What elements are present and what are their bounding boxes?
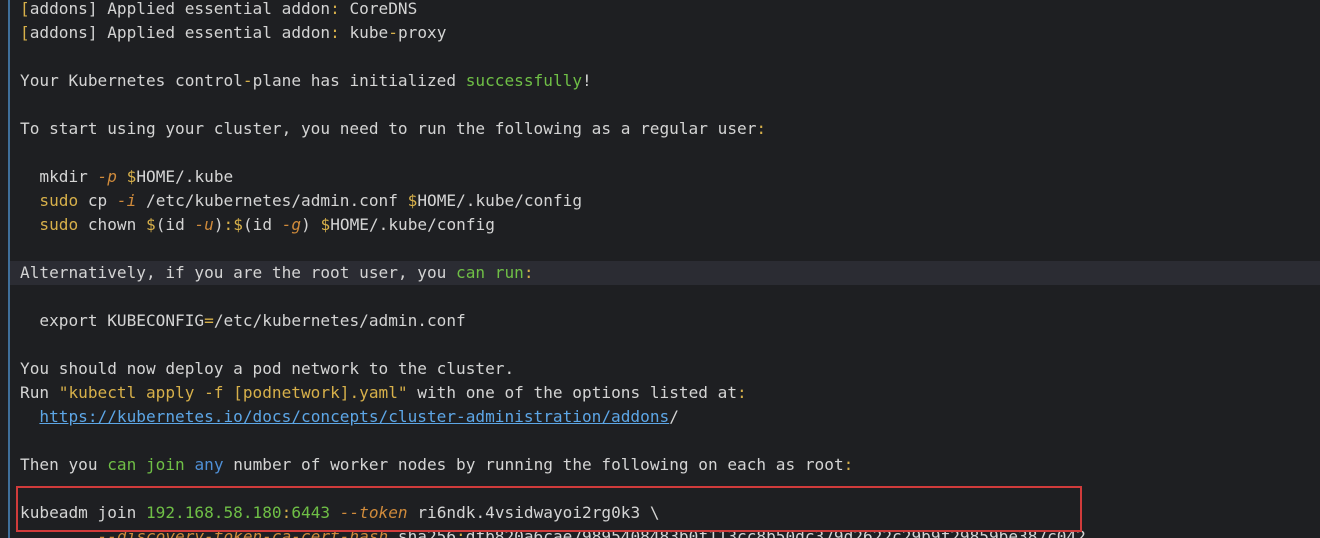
terminal-text: addons bbox=[29, 0, 88, 18]
terminal-text: addons bbox=[29, 23, 88, 42]
terminal-line: https://kubernetes.io/docs/concepts/clus… bbox=[20, 405, 679, 429]
terminal-line: sudo cp -i /etc/kubernetes/admin.conf $H… bbox=[20, 189, 582, 213]
terminal-line: [addons] Applied essential addon: kube-p… bbox=[20, 21, 446, 45]
terminal-text: /etc/kubernetes/admin.conf bbox=[136, 191, 408, 210]
terminal-text: -u bbox=[194, 215, 214, 234]
terminal-text: $ bbox=[126, 167, 137, 186]
terminal-text: chown bbox=[78, 215, 146, 234]
terminal-text: [ bbox=[20, 0, 30, 18]
terminal-text: ] Applied essential addon bbox=[87, 0, 331, 18]
terminal-text: number of worker nodes by running the fo… bbox=[223, 455, 844, 474]
terminal-text: Then you bbox=[20, 455, 108, 474]
terminal-text: HOME/.kube/config bbox=[417, 191, 583, 210]
docs-link[interactable]: https://kubernetes.io/docs/concepts/clus… bbox=[39, 407, 669, 426]
terminal-line: Alternatively, if you are the root user,… bbox=[20, 261, 534, 285]
terminal-text: : bbox=[330, 23, 340, 42]
terminal-text: (id bbox=[155, 215, 195, 234]
terminal-text: Alternatively, if you are the root user,… bbox=[20, 263, 457, 282]
terminal-line: Your Kubernetes control-plane has initia… bbox=[20, 69, 592, 93]
terminal-text: : bbox=[737, 383, 747, 402]
terminal-text: with one of the options listed at bbox=[407, 383, 738, 402]
terminal-text: = bbox=[204, 311, 214, 330]
terminal-text: can run bbox=[456, 263, 524, 282]
terminal-line: export KUBECONFIG=/etc/kubernetes/admin.… bbox=[20, 309, 466, 333]
terminal-text: : bbox=[756, 119, 767, 138]
terminal-text: $ bbox=[320, 215, 331, 234]
terminal-text: plane has initialized bbox=[252, 71, 466, 90]
terminal-text: ] Applied essential addon bbox=[87, 23, 331, 42]
terminal-text: $ bbox=[407, 191, 418, 210]
terminal-text: "kubectl apply -f [podnetwork].yaml" bbox=[58, 383, 408, 402]
terminal-line: mkdir -p $HOME/.kube bbox=[20, 165, 233, 189]
terminal-text: kube bbox=[339, 23, 389, 42]
terminal-text: -g bbox=[281, 215, 302, 234]
terminal-line: sudo chown $(id -u):$(id -g) $HOME/.kube… bbox=[20, 213, 495, 237]
terminal-text: export KUBECONFIG bbox=[20, 311, 205, 330]
terminal-text: (id bbox=[242, 215, 282, 234]
terminal-text: : bbox=[330, 0, 340, 18]
terminal-text: - bbox=[388, 23, 398, 42]
terminal-text: /etc/kubernetes/admin.conf bbox=[213, 311, 466, 330]
terminal-text: Run bbox=[20, 383, 59, 402]
terminal-text: $ bbox=[145, 215, 156, 234]
terminal-text: -p bbox=[97, 167, 117, 186]
terminal-text: can join bbox=[107, 455, 185, 474]
terminal-text: To start using your cluster, you need to… bbox=[20, 119, 757, 138]
terminal-text: [ bbox=[20, 23, 30, 42]
terminal-text: HOME/.kube/config bbox=[330, 215, 495, 234]
terminal-text: sudo bbox=[39, 215, 79, 234]
terminal-line: You should now deploy a pod network to t… bbox=[20, 357, 514, 381]
terminal-output[interactable]: [addons] Applied essential addon: CoreDN… bbox=[0, 0, 1320, 538]
terminal-text: successfully bbox=[465, 71, 583, 90]
terminal-text: ) bbox=[301, 215, 321, 234]
terminal-text: : bbox=[523, 263, 534, 282]
terminal-text: ) bbox=[213, 215, 224, 234]
terminal-text: $ bbox=[233, 215, 243, 234]
kubeadm-join-command-highlight bbox=[16, 486, 1082, 532]
terminal-text: HOME/.kube bbox=[136, 167, 234, 186]
terminal-text: any bbox=[194, 455, 224, 474]
terminal-line: To start using your cluster, you need to… bbox=[20, 117, 766, 141]
terminal-text: - bbox=[242, 71, 253, 90]
terminal-text: CoreDNS bbox=[339, 0, 418, 18]
terminal-text: : bbox=[223, 215, 234, 234]
terminal-text: cp bbox=[78, 191, 117, 210]
terminal-text: sudo bbox=[39, 191, 79, 210]
terminal-text: proxy bbox=[397, 23, 447, 42]
terminal-text: ! bbox=[582, 71, 592, 90]
terminal-text: Your Kubernetes control bbox=[20, 71, 243, 90]
terminal-text: You should now deploy a pod network to t… bbox=[20, 359, 515, 378]
terminal-line: Then you can join any number of worker n… bbox=[20, 453, 853, 477]
terminal-text: -i bbox=[116, 191, 137, 210]
terminal-text: / bbox=[669, 407, 679, 426]
terminal-line: [addons] Applied essential addon: CoreDN… bbox=[20, 0, 417, 21]
terminal-line: Run "kubectl apply -f [podnetwork].yaml"… bbox=[20, 381, 747, 405]
terminal-text: : bbox=[843, 455, 854, 474]
terminal-text: mkdir bbox=[20, 167, 98, 186]
